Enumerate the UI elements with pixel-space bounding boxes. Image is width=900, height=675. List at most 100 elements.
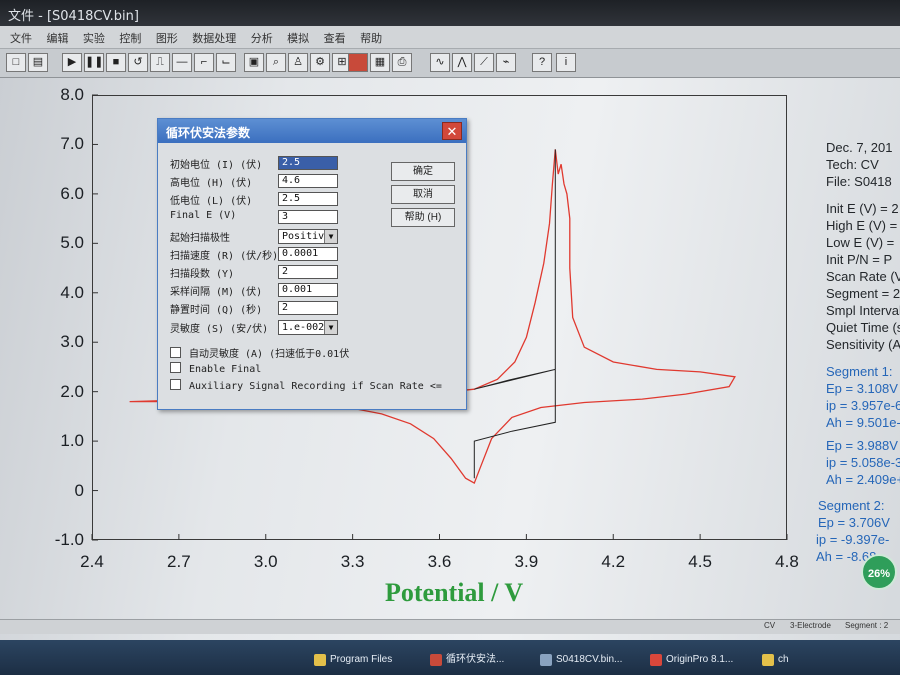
info-date: Dec. 7, 201 — [826, 140, 893, 155]
info-param: Low E (V) = — [826, 235, 895, 250]
chevron-down-icon[interactable]: ▼ — [324, 321, 337, 334]
close-icon[interactable]: ✕ — [442, 122, 462, 140]
label-polarity: 起始扫描极性 — [170, 233, 230, 244]
menu-sim[interactable]: 模拟 — [287, 30, 309, 46]
step2-icon[interactable]: ⌐ — [194, 53, 214, 72]
label-sample-interval: 采样间隔 (M) (伏) — [170, 287, 263, 298]
checkbox-box[interactable] — [170, 347, 181, 358]
info-param: Init E (V) = 2 — [826, 201, 899, 216]
menu-analysis[interactable]: 分析 — [251, 30, 273, 46]
segment1-ip2: ip = 5.058e-3 — [826, 455, 900, 470]
toolbar: □ ▤ ▶ ❚❚ ■ ↺ ⎍ — ⌐ ⌙ ▣ ⌕ ♙ ⚙ ⊞ ▦ ⎙ ∿ ⋀ ⟋… — [0, 49, 900, 78]
step3-icon[interactable]: ⌙ — [216, 53, 236, 72]
wave4-icon[interactable]: ⌁ — [496, 53, 516, 72]
scan-rate-field[interactable]: 0.0001 — [278, 247, 338, 261]
enable-final-label: Enable Final — [189, 364, 262, 375]
segment1-ep2: Ep = 3.988V — [826, 438, 898, 453]
info-tech: Tech: CV — [826, 157, 879, 172]
segment1-ep: Ep = 3.108V — [826, 381, 898, 396]
x-tick-label: 3.3 — [340, 552, 365, 571]
folder-icon — [762, 654, 774, 666]
info-param: Sensitivity (A — [826, 337, 900, 352]
help-button[interactable]: 帮助 (H) — [391, 208, 455, 227]
y-tick-label: 0 — [74, 480, 84, 500]
about-icon[interactable]: i — [556, 53, 576, 72]
sensitivity-value: 1.e-002 — [282, 322, 325, 333]
settings-icon[interactable]: ⚙ — [310, 53, 330, 72]
y-tick-label: 5.0 — [60, 233, 84, 253]
x-tick-label: 4.2 — [601, 552, 626, 571]
segments-field[interactable]: 2 — [278, 265, 338, 279]
grid-icon[interactable]: ▦ — [370, 53, 390, 72]
graph-icon[interactable]: ▣ — [244, 53, 264, 72]
sensitivity-select[interactable]: 1.e-002 ▼ — [278, 320, 338, 335]
menu-data-proc[interactable]: 数据处理 — [192, 30, 236, 46]
taskbar: Program Files 循环伏安法... S0418CV.bin... Or… — [0, 640, 900, 675]
task-file[interactable]: S0418CV.bin... — [538, 650, 656, 670]
label-high-e: 高电位 (H) (伏) — [170, 178, 253, 189]
high-e-field[interactable]: 4.6 — [278, 174, 338, 188]
aux-signal-checkbox[interactable]: Auxiliary Signal Recording if Scan Rate … — [170, 379, 442, 392]
pause-icon[interactable]: ❚❚ — [84, 53, 104, 72]
auto-sens-label: 自动灵敏度 (A) (扫速低于0.01伏 — [189, 349, 350, 360]
menu-graphics[interactable]: 图形 — [156, 30, 178, 46]
help-icon[interactable]: ? — [532, 53, 552, 72]
wave1-icon[interactable]: ∿ — [430, 53, 450, 72]
sample-interval-field[interactable]: 0.001 — [278, 283, 338, 297]
menu-control[interactable]: 控制 — [119, 30, 141, 46]
reverse-icon[interactable]: ↺ — [128, 53, 148, 72]
wave3-icon[interactable]: ⟋ — [474, 53, 494, 72]
ok-button[interactable]: 确定 — [391, 162, 455, 181]
cancel-button[interactable]: 取消 — [391, 185, 455, 204]
status-bar: CV 3-Electrode Segment : 2 — [0, 619, 900, 634]
new-icon[interactable]: □ — [6, 53, 26, 72]
cursor-icon[interactable]: ♙ — [288, 53, 308, 72]
task-label: ch — [778, 654, 789, 665]
checkbox-box[interactable] — [170, 379, 181, 390]
x-tick-label: 2.4 — [80, 552, 104, 571]
menu-help[interactable]: 帮助 — [360, 30, 382, 46]
label-init-e: 初始电位 (I) (伏) — [170, 160, 263, 171]
task-ch[interactable]: ch — [760, 650, 838, 670]
window-title: 文件 - [S0418CV.bin] — [8, 9, 139, 24]
y-tick-label: 6.0 — [60, 183, 84, 203]
wave2-icon[interactable]: ⋀ — [452, 53, 472, 72]
final-e-field[interactable]: 3 — [278, 210, 338, 224]
task-cv-dialog[interactable]: 循环伏安法... — [428, 650, 546, 670]
y-tick-label: 3.0 — [60, 332, 84, 352]
x-tick-label: 3.0 — [253, 552, 278, 571]
line-icon[interactable]: — — [172, 53, 192, 72]
polarity-select[interactable]: Positive ▼ — [278, 229, 338, 244]
task-origin[interactable]: OriginPro 8.1... — [648, 650, 766, 670]
step-icon[interactable]: ⎍ — [150, 53, 170, 72]
init-e-field[interactable]: 2.5 — [278, 156, 338, 170]
segment1-title: Segment 1: — [826, 364, 893, 379]
info-param: Init P/N = P — [826, 252, 893, 267]
low-e-field[interactable]: 2.5 — [278, 192, 338, 206]
menu-edit[interactable]: 编辑 — [46, 30, 68, 46]
zoom-icon[interactable]: ⌕ — [266, 53, 286, 72]
stop-icon[interactable]: ■ — [106, 53, 126, 72]
dialog-title-bar[interactable]: 循环伏安法参数 ✕ — [158, 119, 466, 143]
chevron-down-icon[interactable]: ▼ — [324, 230, 337, 243]
quiet-time-field[interactable]: 2 — [278, 301, 338, 315]
screen: 文件 - [S0418CV.bin] 文件 编辑 实验 控制 图形 数据处理 分… — [0, 0, 900, 675]
app-icon — [430, 654, 442, 666]
auto-sens-checkbox[interactable]: 自动灵敏度 (A) (扫速低于0.01伏 — [170, 345, 349, 360]
run-icon[interactable]: ▶ — [62, 53, 82, 72]
menu-file[interactable]: 文件 — [10, 30, 32, 46]
enable-final-checkbox[interactable]: Enable Final — [170, 362, 261, 375]
open-icon[interactable]: ▤ — [28, 53, 48, 72]
status-electrode: 3-Electrode — [790, 621, 831, 630]
print-icon[interactable]: ⎙ — [392, 53, 412, 72]
label-segments: 扫描段数 (Y) — [170, 269, 235, 280]
red-icon[interactable] — [348, 53, 368, 72]
folder-icon — [314, 654, 326, 666]
x-tick-label: 4.5 — [688, 552, 712, 571]
checkbox-box[interactable] — [170, 362, 181, 373]
segment2-ep: Ep = 3.706V — [818, 515, 890, 530]
task-program-files[interactable]: Program Files — [312, 650, 430, 670]
menu-view[interactable]: 查看 — [324, 30, 346, 46]
menu-experiment[interactable]: 实验 — [83, 30, 105, 46]
y-tick-label: 1.0 — [60, 431, 84, 451]
